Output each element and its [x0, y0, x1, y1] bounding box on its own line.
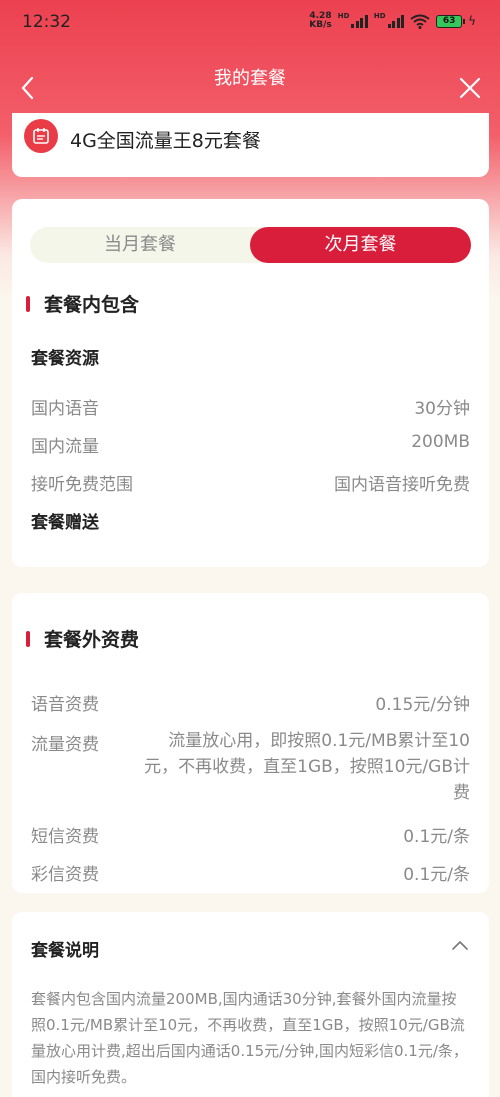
plan-card: 4G全国流量王8元套餐 — [12, 113, 489, 177]
hd-badge: HD — [337, 12, 350, 20]
battery-level: 63 — [442, 16, 456, 26]
row-label-data-fee: 流量资费 — [31, 735, 99, 755]
month-tabs: 当月套餐 次月套餐 — [30, 227, 471, 263]
close-icon[interactable] — [458, 76, 482, 100]
row-label-voice-fee: 语音资费 — [31, 695, 99, 715]
row-value-mms-fee: 0.1元/条 — [403, 865, 470, 885]
row-value-voice: 30分钟 — [414, 399, 470, 419]
status-icons: 4.28 KB/s HD HD 63 ϟ — [309, 12, 476, 30]
description-card: 套餐说明 套餐内包含国内流量200MB,国内通话30分钟,套餐外国内流量按照0.… — [12, 912, 489, 1097]
section-title: 套餐内包含 — [44, 294, 140, 316]
nav-bar: 我的套餐 — [0, 56, 500, 100]
description-text: 套餐内包含国内流量200MB,国内通话30分钟,套餐外国内流量按照0.1元/MB… — [31, 990, 468, 1086]
charging-icon: ϟ — [468, 14, 476, 28]
row-value-data-fee: 流量放心用，即按照0.1元/MB累计至10元，不再收费，直至1GB，按照10元/… — [144, 731, 470, 803]
resources-title: 套餐资源 — [31, 349, 99, 369]
section-extra: 套餐外资费 — [26, 625, 139, 652]
row-value-data: 200MB — [411, 432, 470, 452]
included-card: 当月套餐 次月套餐 套餐内包含 套餐资源 国内语音 30分钟 国内流量 200M… — [12, 199, 489, 567]
network-speed: 4.28 KB/s — [309, 12, 331, 30]
battery-icon: 63 — [436, 14, 466, 28]
signal-icon-2 — [387, 14, 405, 28]
row-label-data: 国内流量 — [31, 437, 99, 457]
row-value-free-answer: 国内语音接听免费 — [334, 475, 470, 495]
extra-charges-card: 套餐外资费 语音资费 0.15元/分钟 流量资费 流量放心用，即按照0.1元/M… — [12, 593, 489, 893]
network-speed-unit: KB/s — [309, 20, 332, 30]
section-marker — [26, 295, 30, 312]
description-title: 套餐说明 — [31, 941, 99, 961]
wifi-icon — [410, 14, 430, 29]
tab-current-month[interactable]: 当月套餐 — [30, 227, 250, 263]
hd-badge-2: HD — [373, 12, 386, 20]
status-time: 12:32 — [22, 12, 71, 32]
row-label-sms-fee: 短信资费 — [31, 827, 99, 847]
row-label-mms-fee: 彩信资费 — [31, 865, 99, 885]
plan-name: 4G全国流量王8元套餐 — [70, 130, 261, 152]
row-value-sms-fee: 0.1元/条 — [403, 827, 470, 847]
signal-icon — [351, 14, 368, 28]
row-label-free-answer: 接听免费范围 — [31, 475, 133, 495]
status-bar: 12:32 4.28 KB/s HD HD 63 ϟ — [0, 0, 500, 44]
row-value-voice-fee: 0.15元/分钟 — [375, 695, 470, 715]
chevron-up-icon[interactable] — [451, 938, 469, 952]
page-title: 我的套餐 — [214, 68, 286, 89]
calendar-icon — [24, 119, 58, 153]
gift-title: 套餐赠送 — [31, 513, 99, 533]
section-marker — [26, 630, 30, 647]
section-title: 套餐外资费 — [44, 629, 140, 651]
row-label-voice: 国内语音 — [31, 399, 99, 419]
section-included: 套餐内包含 — [26, 290, 139, 317]
tab-next-month[interactable]: 次月套餐 — [250, 227, 471, 263]
